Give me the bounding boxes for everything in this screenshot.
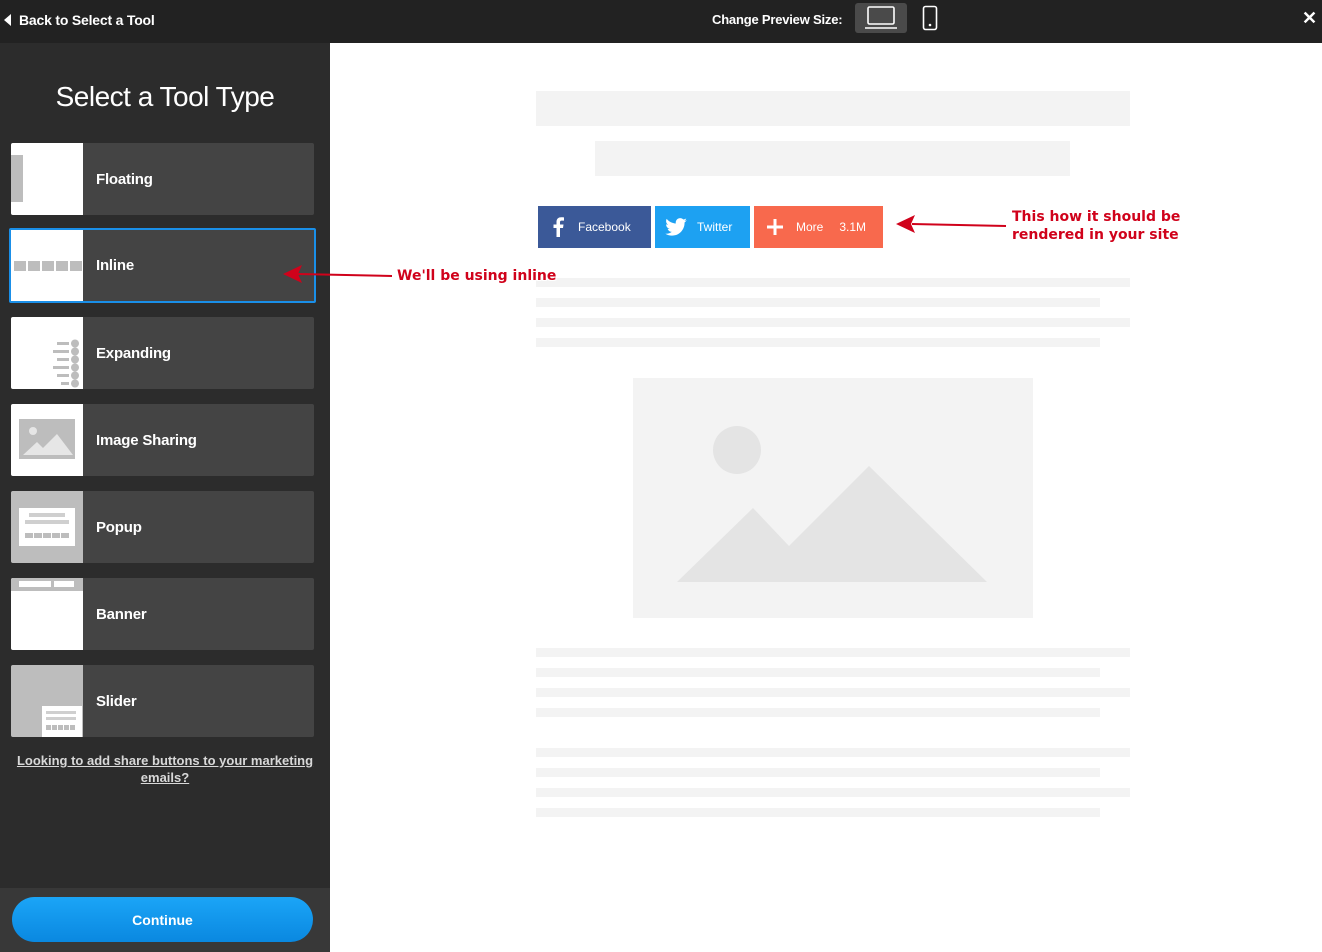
arrow-left-icon [896,215,1007,233]
render-annotation-line1: This how it should be [1012,209,1181,225]
arrow-left-icon [283,265,393,283]
annotation-arrows [283,215,1007,283]
inline-annotation: We'll be using inline [397,268,557,284]
render-annotation-line2: rendered in your site [1012,227,1179,243]
